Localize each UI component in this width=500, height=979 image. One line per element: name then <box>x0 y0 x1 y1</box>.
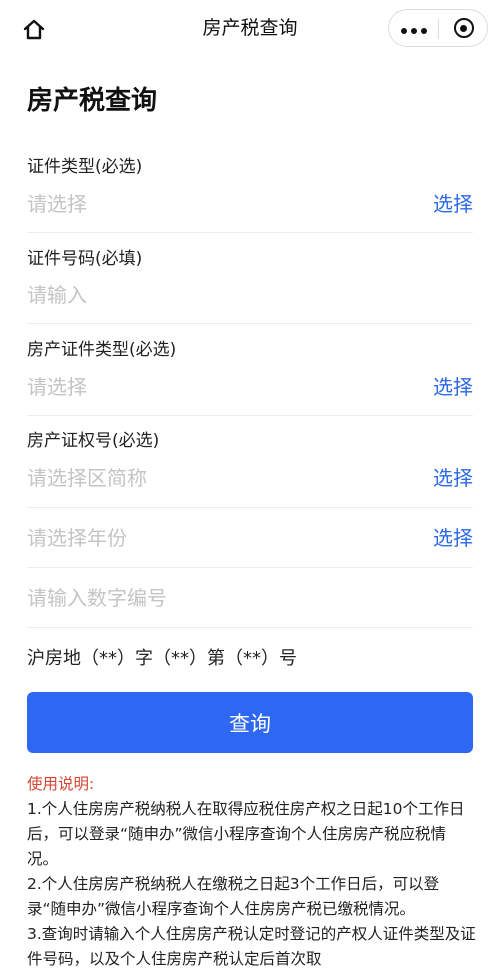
cert-number-input[interactable] <box>27 584 407 612</box>
usage-instructions: 使用说明: 1.个人住房房产税纳税人在取得应税住房产权之日起10个工作日后，可以… <box>27 772 477 972</box>
divider <box>27 507 473 508</box>
property-cert-no-label: 房产证权号(必选) <box>27 431 160 451</box>
id-number-input[interactable] <box>27 281 407 309</box>
page-title: 房产税查询 <box>27 86 158 116</box>
cert-number-format: 沪房地（**）字（**）第（**）号 <box>27 648 297 669</box>
target-close-icon <box>453 18 474 38</box>
more-button[interactable] <box>389 10 438 46</box>
divider <box>27 232 473 233</box>
navigation-bar: 房产税查询 <box>0 0 500 56</box>
divider <box>27 627 473 628</box>
divider <box>27 415 473 416</box>
instruction-item: 1.个人住房房产税纳税人在取得应税住房产权之日起10个工作日后，可以登录“随申办… <box>27 800 465 868</box>
year-select[interactable] <box>27 524 407 552</box>
district-choose-button[interactable]: 选择 <box>433 464 473 492</box>
close-mini-program-button[interactable] <box>439 10 488 46</box>
property-cert-type-select[interactable] <box>27 373 407 401</box>
home-icon <box>23 19 45 40</box>
id-type-label: 证件类型(必选) <box>27 157 143 177</box>
more-dots-icon <box>399 19 429 38</box>
divider <box>27 323 473 324</box>
district-select[interactable] <box>27 464 407 492</box>
home-button[interactable] <box>18 14 50 46</box>
year-choose-button[interactable]: 选择 <box>433 524 473 552</box>
mini-program-capsule <box>388 9 488 47</box>
property-cert-type-label: 房产证件类型(必选) <box>27 340 177 360</box>
id-type-select[interactable] <box>27 190 407 218</box>
id-type-choose-button[interactable]: 选择 <box>433 190 473 218</box>
instructions-title: 使用说明: <box>27 775 95 793</box>
divider <box>27 567 473 568</box>
property-cert-type-choose-button[interactable]: 选择 <box>433 373 473 401</box>
query-button[interactable]: 查询 <box>27 692 473 753</box>
instruction-item: 2.个人住房房产税纳税人在缴税之日起3个工作日后，可以登录“随申办”微信小程序查… <box>27 875 440 918</box>
id-number-label: 证件号码(必填) <box>27 249 143 269</box>
instruction-item: 3.查询时请输入个人住房房产税认定时登记的产权人证件类型及证件号码，以及个人住房… <box>27 925 476 968</box>
